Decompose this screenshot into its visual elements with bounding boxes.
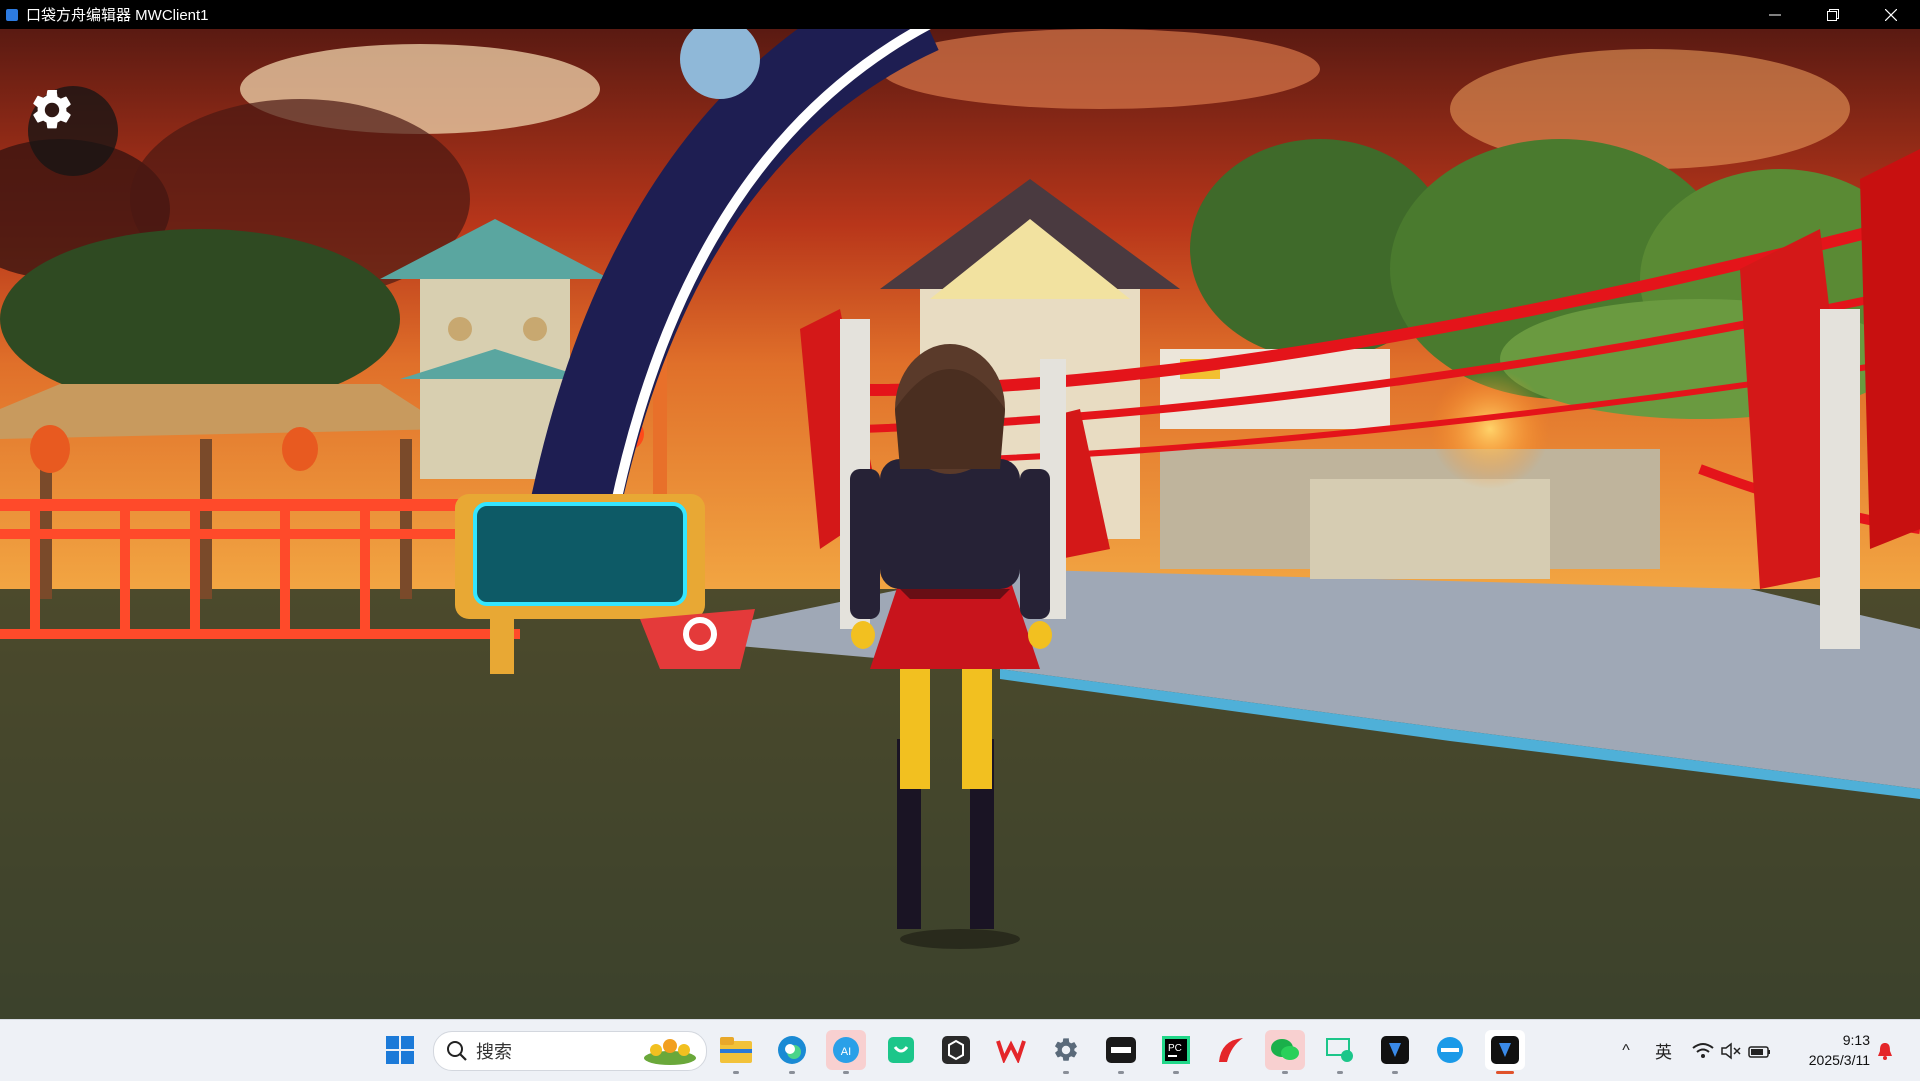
start-button[interactable]	[380, 1030, 420, 1070]
mw-client-icon	[1491, 1036, 1519, 1064]
notification-bell-icon	[1878, 1042, 1892, 1060]
wifi-icon[interactable]	[1692, 1042, 1714, 1060]
ie-browser-icon	[1437, 1037, 1463, 1063]
close-button[interactable]	[1862, 0, 1920, 29]
taskbar-obs-app[interactable]	[1101, 1030, 1141, 1074]
settings-button[interactable]	[28, 86, 118, 176]
clock-time: 9:13	[1842, 1032, 1870, 1048]
settings-icon	[1055, 1038, 1077, 1061]
browser-ai-icon: AI	[833, 1037, 859, 1063]
file-explorer-icon	[720, 1037, 752, 1063]
taskbar-mw-client[interactable]	[1485, 1030, 1525, 1074]
remote-desktop-icon	[1326, 1038, 1353, 1062]
restore-button[interactable]	[1804, 0, 1862, 29]
taskbar-settings[interactable]	[1046, 1030, 1086, 1074]
restore-icon	[1827, 8, 1839, 21]
svg-text:PC: PC	[1168, 1043, 1182, 1054]
window-controls	[1746, 0, 1920, 29]
taskbar-3d-app[interactable]	[936, 1030, 976, 1070]
mw-editor-icon	[1381, 1036, 1409, 1064]
taskbar-clock[interactable]: 9:13 2025/3/11	[1790, 1030, 1870, 1070]
taskbar: 搜索 AI PC ^ 英 9:13 2025/3/11	[0, 1019, 1920, 1081]
minimize-button[interactable]	[1746, 0, 1804, 29]
search-icon	[447, 1041, 467, 1061]
taskbar-ie-browser[interactable]	[1430, 1030, 1470, 1070]
edge-icon	[778, 1036, 806, 1064]
app-3d-icon	[942, 1036, 970, 1064]
system-tray: ^ 英	[1615, 1020, 1772, 1081]
battery-icon[interactable]	[1748, 1042, 1772, 1060]
minimize-icon	[1769, 14, 1781, 15]
taskbar-browser-ai[interactable]: AI	[826, 1030, 866, 1074]
taskbar-wechat[interactable]	[1265, 1030, 1305, 1074]
taskbar-pycharm[interactable]: PC	[1156, 1030, 1196, 1074]
ime-indicator[interactable]: 英	[1655, 1038, 1672, 1063]
window-titlebar: 口袋方舟编辑器 MWClient1	[0, 0, 1920, 29]
game-viewport[interactable]	[0, 29, 1920, 1019]
search-highlight-icon	[644, 1039, 696, 1065]
red-app-icon	[1219, 1038, 1243, 1062]
wps-icon	[996, 1040, 1026, 1063]
green-app-icon	[888, 1037, 914, 1063]
close-icon	[1885, 8, 1897, 21]
taskbar-file-explorer[interactable]	[716, 1030, 756, 1074]
notification-area[interactable]	[1876, 1020, 1894, 1081]
mute-volume-icon[interactable]	[1720, 1041, 1742, 1060]
app-logo-icon	[6, 8, 18, 21]
taskbar-edge[interactable]	[772, 1030, 812, 1074]
wechat-icon	[1271, 1039, 1299, 1060]
clock-date: 2025/3/11	[1808, 1052, 1870, 1068]
windows-start-icon	[386, 1036, 414, 1064]
game-scene-art	[0, 29, 1920, 1019]
taskbar-green-app[interactable]	[881, 1030, 921, 1070]
taskbar-red-app[interactable]	[1211, 1030, 1251, 1070]
taskbar-search[interactable]: 搜索	[433, 1031, 707, 1071]
gear-icon	[33, 89, 71, 129]
taskbar-remote-desktop[interactable]	[1320, 1030, 1360, 1074]
search-placeholder: 搜索	[476, 1042, 512, 1062]
window-title: 口袋方舟编辑器 MWClient1	[26, 7, 209, 24]
tray-overflow-chevron[interactable]: ^	[1615, 1042, 1637, 1060]
taskbar-wps[interactable]	[991, 1030, 1031, 1070]
obs-app-icon	[1106, 1037, 1136, 1063]
svg-text:AI: AI	[841, 1046, 851, 1058]
pycharm-icon: PC	[1162, 1036, 1190, 1064]
taskbar-mw-editor[interactable]	[1375, 1030, 1415, 1074]
